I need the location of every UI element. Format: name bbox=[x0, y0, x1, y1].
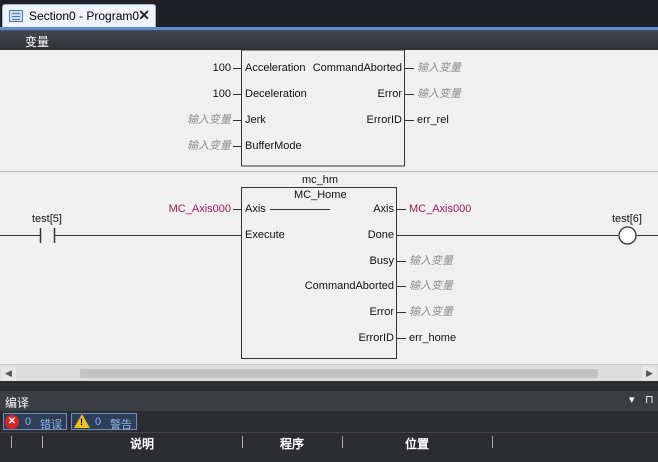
warnings-count: 0 bbox=[95, 416, 102, 428]
warnings-filter-button[interactable]: ! 0 警告 bbox=[71, 413, 137, 431]
panel-splitter[interactable] bbox=[0, 381, 658, 391]
fb-type-name: MC_Home bbox=[294, 189, 347, 201]
column-divider[interactable] bbox=[342, 436, 343, 448]
pin-errorid-home: ErrorID bbox=[358, 332, 394, 344]
variables-header-label: 变量 bbox=[25, 35, 50, 49]
compile-column-header: 说明 程序 位置 bbox=[0, 432, 658, 451]
tab-label: Section0 - Program0 bbox=[29, 9, 140, 23]
chevron-down-icon[interactable]: ▾ bbox=[629, 393, 635, 406]
compile-filter-bar: ✕ 0 错误 ! 0 警告 bbox=[0, 411, 658, 432]
tab-strip: Section0 - Program0 ✕ bbox=[0, 0, 658, 31]
errors-label: 错误 bbox=[40, 419, 62, 431]
errors-count: 0 bbox=[25, 416, 32, 428]
close-icon[interactable]: ✕ bbox=[138, 7, 150, 24]
app-window: Section0 - Program0 ✕ 变量 100 100 输入变量 输入… bbox=[0, 0, 658, 462]
output-value-busy[interactable]: 输入变量 bbox=[409, 255, 453, 268]
pin-deceleration: Deceleration bbox=[245, 88, 307, 100]
pin-done: Done bbox=[367, 229, 394, 241]
column-divider[interactable] bbox=[42, 436, 43, 448]
coil-label-test6[interactable]: test[6] bbox=[612, 213, 642, 226]
pin-axis-out: Axis bbox=[373, 203, 394, 215]
variables-header[interactable]: 变量 bbox=[0, 30, 658, 50]
axis-output-value[interactable]: MC_Axis000 bbox=[409, 203, 471, 216]
pin-busy: Busy bbox=[369, 255, 394, 267]
column-divider[interactable] bbox=[11, 436, 12, 448]
axis-input-value[interactable]: MC_Axis000 bbox=[169, 203, 231, 216]
compile-results-list bbox=[0, 450, 658, 462]
pin-commandaborted-home: CommandAborted bbox=[304, 280, 394, 292]
input-value-jerk[interactable]: 输入变量 bbox=[187, 114, 231, 127]
scroll-left-icon[interactable]: ◀ bbox=[1, 366, 16, 381]
pin-error-home: Error bbox=[369, 306, 394, 318]
warnings-label: 警告 bbox=[110, 419, 132, 431]
pin-commandaborted: CommandAborted bbox=[312, 62, 402, 74]
horizontal-scrollbar[interactable]: ◀ ▶ bbox=[0, 364, 658, 381]
tab-section0-program0[interactable]: Section0 - Program0 ✕ bbox=[2, 4, 156, 28]
output-value-errorid-home[interactable]: err_home bbox=[409, 332, 456, 345]
fb-instance-name[interactable]: mc_hm bbox=[302, 174, 338, 187]
pin-buffermode: BufferMode bbox=[245, 140, 302, 152]
column-divider[interactable] bbox=[242, 436, 243, 448]
ladder-wiring bbox=[0, 50, 658, 359]
contact-label-test5[interactable]: test[5] bbox=[32, 213, 62, 226]
pin-execute: Execute bbox=[245, 229, 285, 241]
ladder-editor[interactable]: 100 100 输入变量 输入变量 Acceleration Decelerat… bbox=[0, 50, 658, 364]
pin-icon[interactable]: ⊓ bbox=[645, 393, 654, 406]
output-value-error[interactable]: 输入变量 bbox=[417, 88, 461, 101]
scroll-right-icon[interactable]: ▶ bbox=[642, 366, 657, 381]
input-value-acceleration[interactable]: 100 bbox=[213, 62, 231, 75]
pin-axis-in: Axis bbox=[245, 203, 266, 215]
output-value-commandaborted-home[interactable]: 输入变量 bbox=[409, 280, 453, 293]
rung-separator bbox=[0, 171, 658, 172]
warning-icon: ! bbox=[74, 414, 90, 428]
pin-error: Error bbox=[377, 88, 402, 100]
column-divider[interactable] bbox=[492, 436, 493, 448]
input-value-deceleration[interactable]: 100 bbox=[213, 88, 231, 101]
output-value-error-home[interactable]: 输入变量 bbox=[409, 306, 453, 319]
scrollbar-thumb[interactable] bbox=[80, 369, 598, 378]
input-value-buffermode[interactable]: 输入变量 bbox=[187, 140, 231, 153]
pin-acceleration: Acceleration bbox=[245, 62, 306, 74]
output-value-commandaborted[interactable]: 输入变量 bbox=[417, 62, 461, 75]
pin-jerk: Jerk bbox=[245, 114, 266, 126]
output-value-errorid[interactable]: err_rel bbox=[417, 114, 449, 127]
error-icon: ✕ bbox=[5, 415, 19, 429]
errors-filter-button[interactable]: ✕ 0 错误 bbox=[3, 413, 67, 431]
coil-test6[interactable] bbox=[618, 226, 637, 245]
compile-panel-header: 编译 ▾ ⊓ bbox=[0, 391, 658, 411]
ladder-program-icon bbox=[9, 10, 23, 22]
compile-panel-title: 编译 bbox=[5, 396, 30, 410]
pin-errorid: ErrorID bbox=[366, 114, 402, 126]
